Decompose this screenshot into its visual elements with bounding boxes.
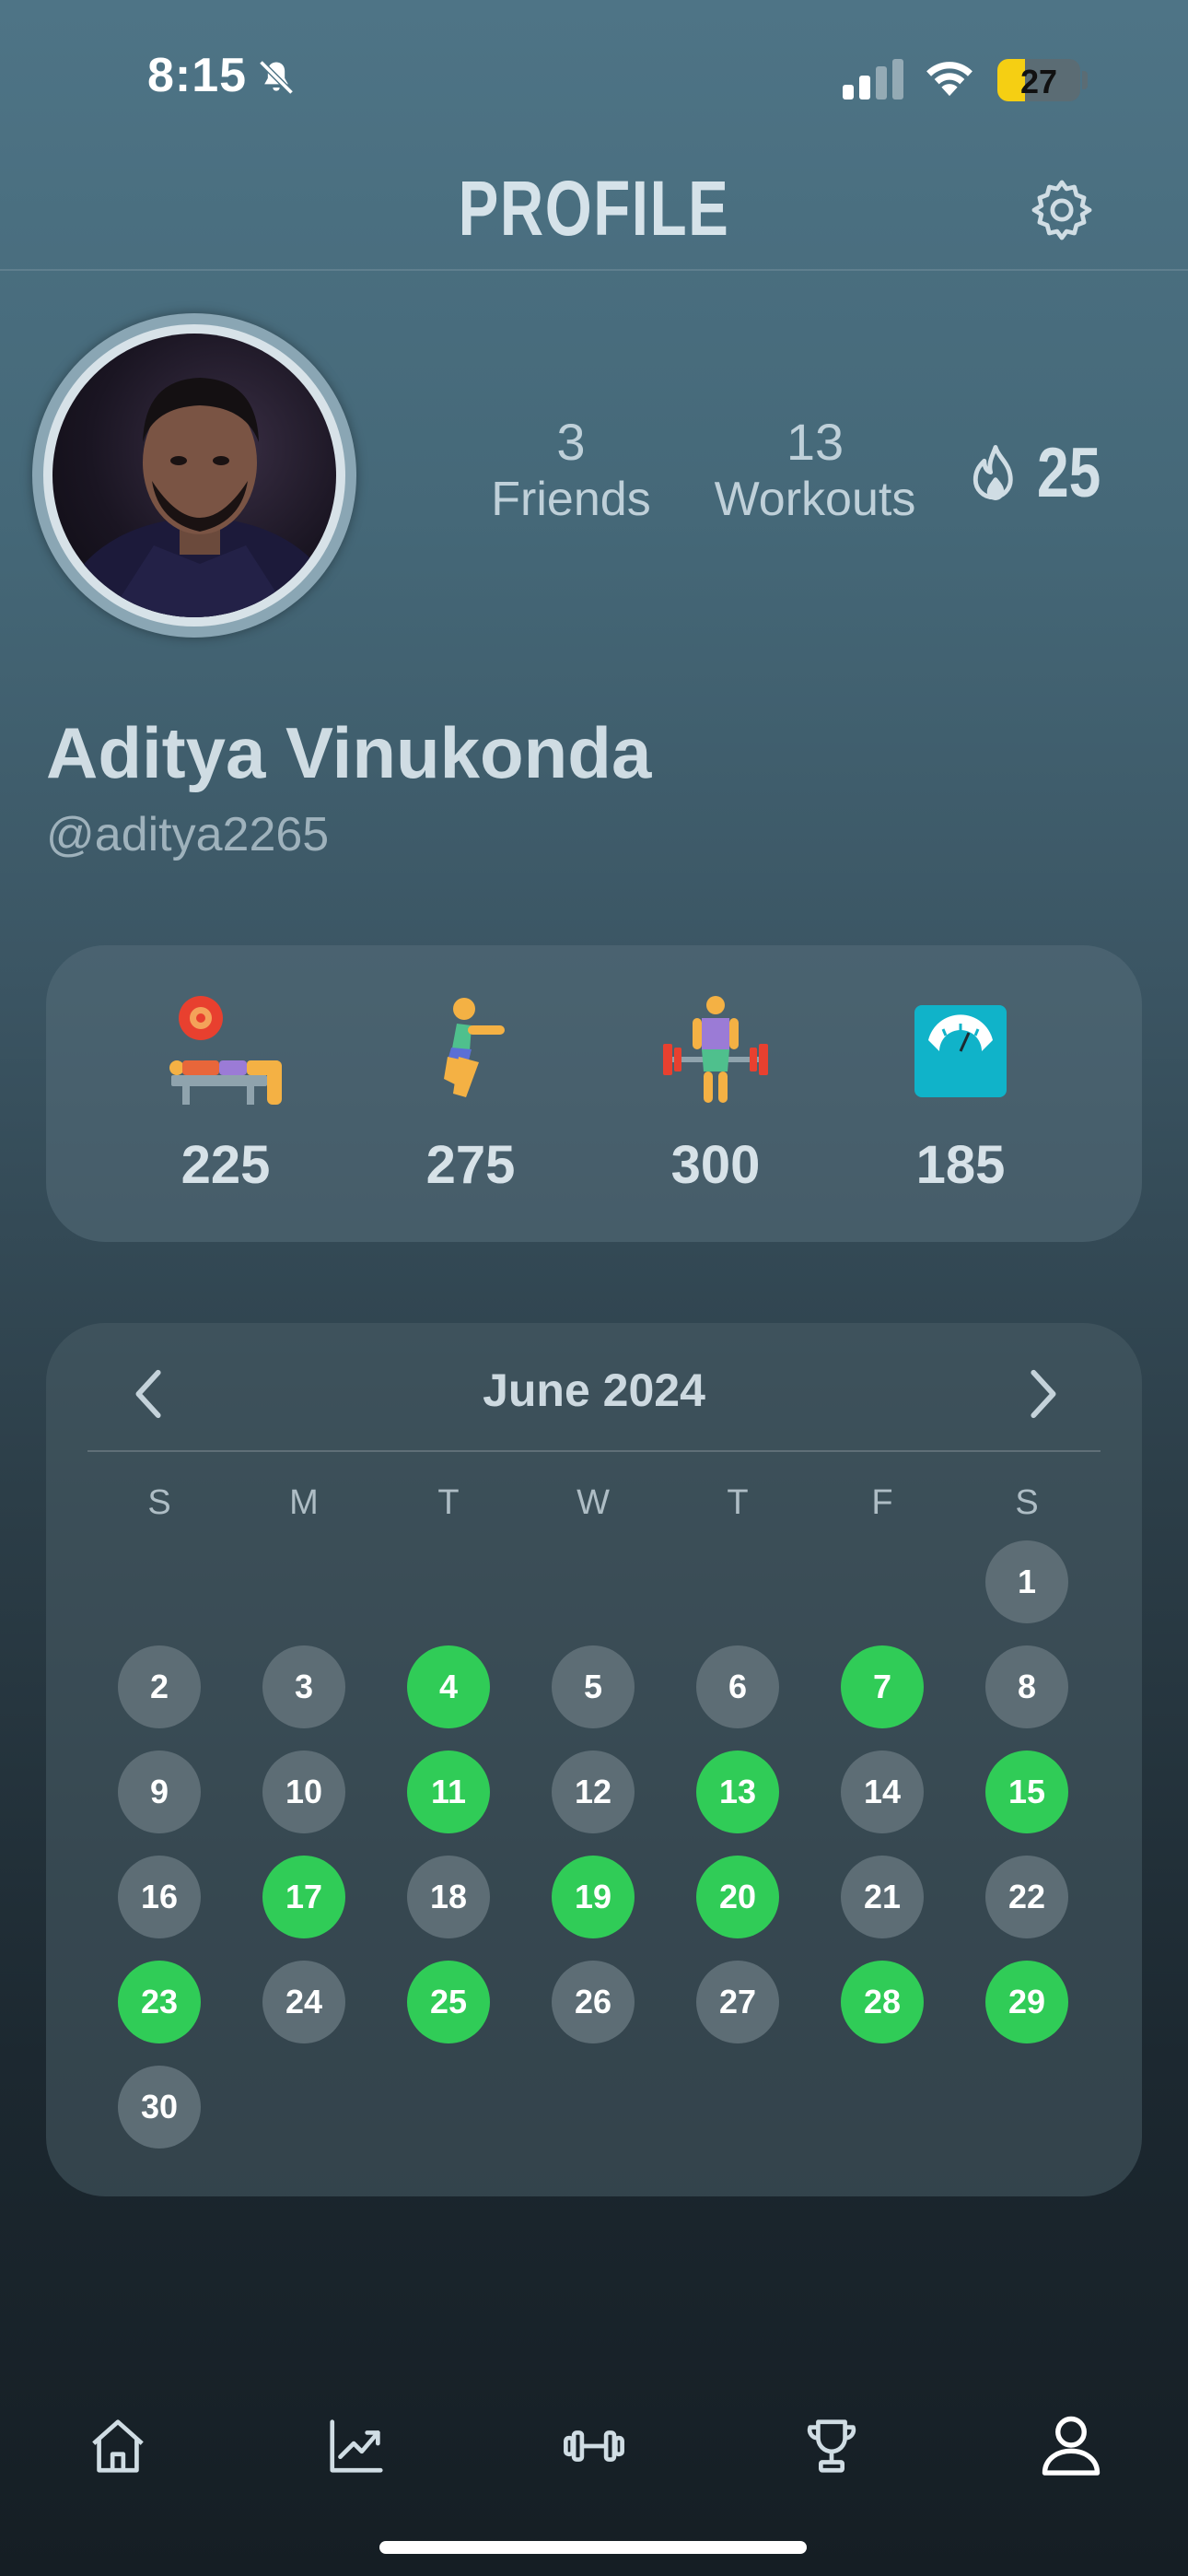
calendar-day-24[interactable]: 24 — [262, 1961, 345, 2043]
cellular-signal-icon — [843, 59, 903, 100]
deadlift-icon — [663, 996, 768, 1103]
calendar-day-22[interactable]: 22 — [985, 1856, 1068, 1938]
friends-count: 3 — [556, 413, 586, 471]
home-indicator[interactable] — [379, 2541, 807, 2554]
personal-records-card: 225 275 300 185 — [46, 945, 1142, 1242]
calendar-day-8[interactable]: 8 — [985, 1645, 1068, 1728]
status-time: 8:15 — [147, 49, 248, 102]
squat-value: 275 — [425, 1135, 516, 1195]
calendar-month-label: June 2024 — [483, 1364, 705, 1416]
calendar-day-4[interactable]: 4 — [407, 1645, 490, 1728]
workout-dumbbell-icon[interactable] — [562, 2414, 626, 2478]
workouts-stat[interactable]: 13 Workouts — [695, 413, 935, 527]
calendar-day-6[interactable]: 6 — [696, 1645, 779, 1728]
calendar-day-21[interactable]: 21 — [841, 1856, 924, 1938]
battery-level: 27 — [1019, 63, 1058, 100]
calendar-day-20[interactable]: 20 — [696, 1856, 779, 1938]
calendar-day-27[interactable]: 27 — [696, 1961, 779, 2043]
body-weight-record[interactable]: 185 — [868, 945, 1053, 1242]
user-handle: @aditya2265 — [46, 808, 330, 861]
calendar-day-25[interactable]: 25 — [407, 1961, 490, 2043]
squat-icon — [444, 998, 505, 1097]
calendar-day-29[interactable]: 29 — [985, 1961, 1068, 2043]
profile-icon[interactable] — [1036, 2410, 1106, 2480]
weekday-label: S — [147, 1483, 171, 1522]
calendar-day-26[interactable]: 26 — [552, 1961, 635, 2043]
calendar-day-18[interactable]: 18 — [407, 1856, 490, 1938]
weekday-label: T — [727, 1483, 749, 1522]
chevron-right-icon[interactable] — [1022, 1367, 1063, 1421]
weekday-label: S — [1015, 1483, 1039, 1522]
profile-photo — [52, 334, 336, 617]
calendar-day-14[interactable]: 14 — [841, 1751, 924, 1833]
header-divider — [0, 269, 1188, 271]
calendar-day-13[interactable]: 13 — [696, 1751, 779, 1833]
calendar-day-5[interactable]: 5 — [552, 1645, 635, 1728]
workouts-count: 13 — [786, 413, 844, 471]
calendar-day-1[interactable]: 1 — [985, 1540, 1068, 1623]
trophy-icon[interactable] — [799, 2414, 864, 2478]
friends-label: Friends — [491, 473, 651, 526]
calendar-day-12[interactable]: 12 — [552, 1751, 635, 1833]
workout-calendar: June 2024 S M T W T F S 1 2 3 4 5 6 7 8 9 10 11 12 13 14 15 16… — [46, 1323, 1142, 2196]
weekday-label: F — [871, 1483, 893, 1522]
calendar-day-23[interactable]: 23 — [118, 1961, 201, 2043]
bell-muted-icon — [259, 60, 294, 95]
bench-press-icon — [169, 996, 282, 1105]
calendar-day-9[interactable]: 9 — [118, 1751, 201, 1833]
avatar[interactable] — [32, 313, 356, 638]
body-weight-value: 185 — [915, 1135, 1006, 1195]
deadlift-value: 300 — [670, 1135, 761, 1195]
calendar-day-7[interactable]: 7 — [841, 1645, 924, 1728]
calendar-day-16[interactable]: 16 — [118, 1856, 201, 1938]
calendar-day-11[interactable]: 11 — [407, 1751, 490, 1833]
calendar-day-30[interactable]: 30 — [118, 2066, 201, 2149]
settings-gear-icon[interactable] — [1027, 175, 1097, 245]
calendar-day-15[interactable]: 15 — [985, 1751, 1068, 1833]
wifi-icon — [926, 62, 973, 97]
weekday-label: M — [289, 1483, 319, 1522]
calendar-divider — [87, 1450, 1101, 1452]
bench-press-value: 225 — [181, 1135, 271, 1195]
workouts-label: Workouts — [714, 473, 916, 526]
user-name: Aditya Vinukonda — [46, 712, 652, 793]
squat-record[interactable]: 275 — [379, 945, 563, 1242]
deadlift-record[interactable]: 300 — [623, 945, 808, 1242]
weekday-label: W — [577, 1483, 610, 1522]
calendar-day-17[interactable]: 17 — [262, 1856, 345, 1938]
calendar-day-10[interactable]: 10 — [262, 1751, 345, 1833]
home-icon[interactable] — [86, 2414, 150, 2478]
calendar-day-2[interactable]: 2 — [118, 1645, 201, 1728]
stats-chart-icon[interactable] — [324, 2414, 389, 2478]
bench-press-record[interactable]: 225 — [134, 945, 318, 1242]
flame-icon — [973, 444, 1013, 500]
weekday-label: T — [437, 1483, 460, 1522]
calendar-day-3[interactable]: 3 — [262, 1645, 345, 1728]
page-title: PROFILE — [458, 165, 730, 252]
calendar-day-28[interactable]: 28 — [841, 1961, 924, 2043]
battery-tip — [1082, 71, 1088, 89]
friends-stat[interactable]: 3 Friends — [479, 413, 663, 527]
weight-scale-icon — [914, 1005, 1007, 1097]
streak-count: 25 — [1037, 434, 1101, 512]
calendar-day-19[interactable]: 19 — [552, 1856, 635, 1938]
battery-indicator: 27 — [997, 59, 1080, 101]
